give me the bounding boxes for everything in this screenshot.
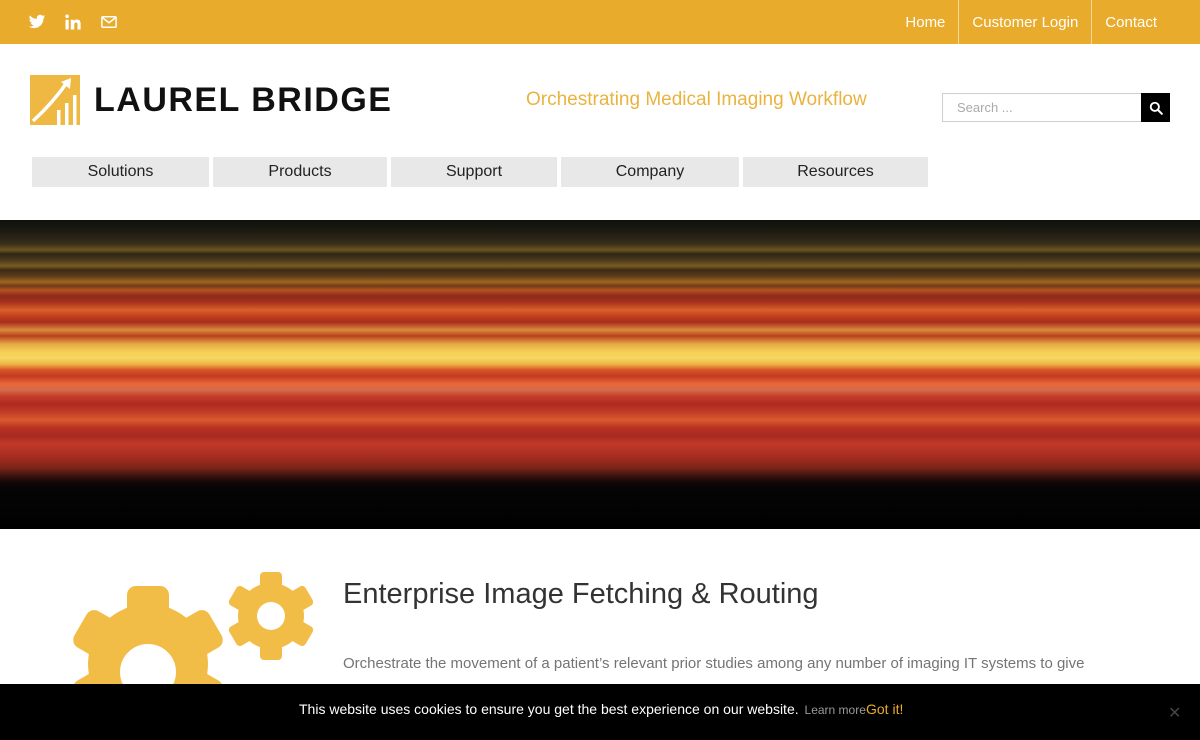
top-nav: Home Customer Login Contact (892, 0, 1170, 44)
feature-title: Enterprise Image Fetching & Routing (343, 578, 819, 610)
feature-text: Orchestrate the movement of a patient’s … (343, 655, 1085, 672)
laurel-bridge-logo-icon (30, 75, 80, 125)
logo-text: LAUREL BRIDGE (94, 81, 393, 119)
home-link[interactable]: Home (892, 0, 958, 44)
cookie-message: This website uses cookies to ensure you … (299, 701, 799, 717)
top-bar: Home Customer Login Contact (0, 0, 1200, 44)
customer-login-link[interactable]: Customer Login (958, 0, 1091, 44)
search-button[interactable] (1141, 93, 1170, 122)
nav-item-solutions[interactable]: Solutions (32, 157, 209, 187)
email-icon[interactable] (100, 13, 118, 31)
tagline: Orchestrating Medical Imaging Workflow (526, 89, 867, 110)
contact-link[interactable]: Contact (1091, 0, 1170, 44)
nav-item-resources[interactable]: Resources (743, 157, 928, 187)
accept-cookies-button[interactable]: Got it! (866, 701, 903, 717)
search-input[interactable] (942, 93, 1141, 122)
social-links (28, 13, 118, 31)
nav-item-products[interactable]: Products (213, 157, 387, 187)
cookie-bar: This website uses cookies to ensure you … (0, 684, 1200, 740)
nav-item-company[interactable]: Company (561, 157, 739, 187)
linkedin-icon[interactable] (64, 13, 82, 31)
hero-banner (0, 220, 1200, 529)
search-form (942, 93, 1170, 122)
close-icon[interactable]: ✕ (1168, 703, 1181, 723)
nav-item-support[interactable]: Support (391, 157, 557, 187)
gears-icon (62, 572, 322, 724)
twitter-icon[interactable] (28, 13, 46, 31)
search-icon (1149, 101, 1163, 115)
learn-more-link[interactable]: Learn more (805, 703, 866, 717)
cookie-message-row: This website uses cookies to ensure you … (299, 701, 866, 717)
site-logo[interactable]: LAUREL BRIDGE (30, 75, 392, 125)
